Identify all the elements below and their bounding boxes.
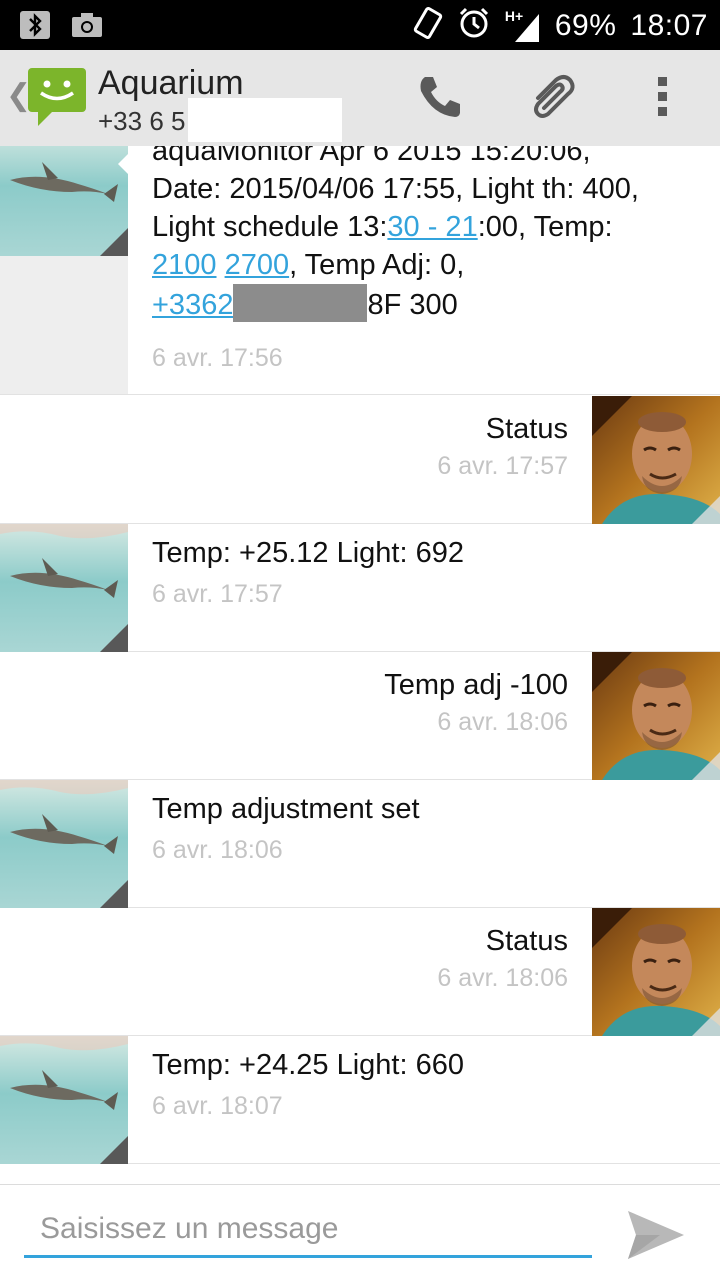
- message-timestamp: 6 avr. 17:57: [437, 452, 568, 480]
- message-link[interactable]: 2700: [225, 249, 290, 281]
- signal-icon: H+: [505, 8, 541, 44]
- attach-icon: [524, 68, 580, 129]
- contact-avatar[interactable]: [0, 146, 128, 256]
- user-avatar[interactable]: [592, 652, 720, 780]
- overflow-menu-button[interactable]: [634, 70, 690, 126]
- message-body: Status: [485, 413, 568, 445]
- message-incoming[interactable]: aquaMonitor Apr 6 2015 15:20:06, Date: 2…: [0, 146, 720, 395]
- message-timestamp: 6 avr. 18:06: [437, 708, 568, 736]
- message-line: +3362 8F 300: [152, 284, 712, 324]
- status-bar: H+ 69% 18:07: [0, 0, 720, 50]
- message-timestamp: 6 avr. 17:56: [152, 344, 283, 372]
- redaction-box: [188, 98, 342, 142]
- message-line: Date: 2015/04/06 17:55, Light th: 400,: [152, 173, 639, 205]
- contact-avatar[interactable]: [0, 524, 128, 652]
- compose-bar: [0, 1184, 720, 1281]
- vibrate-icon: [413, 5, 443, 46]
- message-body: Temp: +25.12 Light: 692: [152, 537, 464, 569]
- contact-avatar[interactable]: [0, 780, 128, 908]
- send-icon: [620, 1211, 692, 1271]
- message-incoming[interactable]: Temp: +24.25 Light: 660 6 avr. 18:07: [0, 1036, 720, 1164]
- message-line: aquaMonitor Apr 6 2015 15:20:06,: [152, 146, 591, 167]
- conversation-phone-number: +33 6 5: [98, 106, 186, 136]
- camera-icon: [70, 9, 104, 48]
- message-link[interactable]: +3362: [152, 289, 233, 321]
- alarm-icon: [457, 6, 491, 45]
- message-body: Temp adj -100: [384, 669, 568, 701]
- send-button[interactable]: [620, 1203, 692, 1267]
- message-incoming[interactable]: Temp: +25.12 Light: 692 6 avr. 17:57: [0, 524, 720, 652]
- bluetooth-icon: [18, 9, 52, 48]
- message-outgoing[interactable]: Temp adj -100 6 avr. 18:06: [0, 652, 720, 780]
- message-incoming[interactable]: Temp adjustment set 6 avr. 18:06: [0, 780, 720, 908]
- overflow-menu-icon: [652, 71, 672, 126]
- message-timestamp: 6 avr. 18:07: [152, 1092, 283, 1120]
- message-line: Light schedule 13:30 - 21:00, Temp:: [152, 211, 613, 243]
- message-input[interactable]: [24, 1203, 592, 1258]
- contact-avatar[interactable]: [0, 1036, 128, 1164]
- user-avatar[interactable]: [592, 908, 720, 1036]
- battery-percent: 69%: [554, 8, 617, 42]
- message-body: Temp: +24.25 Light: 660: [152, 1049, 464, 1081]
- message-line: 2100 2700, Temp Adj: 0,: [152, 249, 465, 281]
- redaction-box: [233, 284, 368, 322]
- clock: 18:07: [630, 8, 708, 42]
- message-body: Temp adjustment set: [152, 793, 420, 825]
- messaging-app-icon[interactable]: [26, 66, 88, 128]
- action-bar: ❮ Aquarium +33 6 5: [0, 50, 720, 147]
- message-link[interactable]: 30 - 21: [387, 211, 477, 243]
- message-body: aquaMonitor Apr 6 2015 15:20:06, Date: 2…: [152, 146, 712, 324]
- attach-button[interactable]: [524, 70, 580, 126]
- message-list[interactable]: aquaMonitor Apr 6 2015 15:20:06, Date: 2…: [0, 146, 720, 1166]
- message-body: Status: [485, 925, 568, 957]
- phone-icon: [415, 71, 465, 126]
- call-button[interactable]: [412, 70, 468, 126]
- message-link[interactable]: 2100: [152, 249, 217, 281]
- message-timestamp: 6 avr. 18:06: [437, 964, 568, 992]
- message-timestamp: 6 avr. 17:57: [152, 580, 283, 608]
- message-timestamp: 6 avr. 18:06: [152, 836, 283, 864]
- user-avatar[interactable]: [592, 396, 720, 524]
- message-outgoing[interactable]: Status 6 avr. 17:57: [0, 396, 720, 524]
- message-outgoing[interactable]: Status 6 avr. 18:06: [0, 908, 720, 1036]
